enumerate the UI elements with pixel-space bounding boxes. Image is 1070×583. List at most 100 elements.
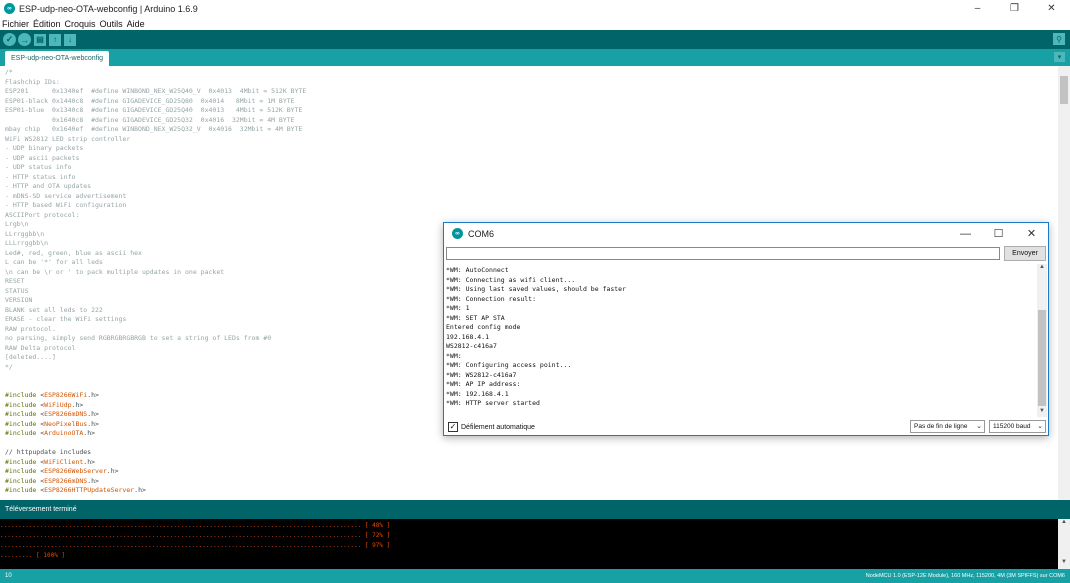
- autoscroll-checkbox[interactable]: ✓: [448, 422, 458, 432]
- code-token: .h>: [87, 476, 99, 485]
- code-line: #include <WiFiClient.h>: [5, 458, 1058, 468]
- menu-aide[interactable]: Aide: [127, 19, 145, 29]
- code-line: - mDNS-SD service advertisement: [5, 192, 1058, 202]
- serial-output-line: *WM: HTTP server started: [446, 399, 540, 407]
- code-token: .h>: [71, 400, 84, 409]
- window-title: ESP-udp-neo-OTA-webconfig | Arduino 1.6.…: [19, 3, 198, 14]
- maximize-button[interactable]: ❐: [996, 0, 1033, 17]
- serial-scroll-down-icon[interactable]: ▼: [1037, 408, 1047, 417]
- console-scroll-down-icon[interactable]: ▼: [1058, 559, 1070, 569]
- close-button[interactable]: ✕: [1033, 0, 1070, 17]
- open-sketch-button[interactable]: ↑: [49, 33, 61, 46]
- serial-output-line: *WM: SET AP STA: [446, 313, 505, 322]
- serial-scroll-up-icon[interactable]: ▲: [1037, 264, 1047, 273]
- code-line: WiFi WS2812 LED strip controller: [5, 135, 1058, 145]
- serial-monitor-button[interactable]: ⚲: [1053, 33, 1065, 45]
- code-line: - HTTP status info: [5, 173, 1058, 183]
- code-token: WiFi WS2812 LED strip controller: [5, 134, 131, 143]
- code-line: - UDP ascii packets: [5, 154, 1058, 164]
- code-token: - UDP ascii packets: [5, 153, 80, 162]
- tab-bar: ESP-udp-neo-OTA-webconfig ▾: [0, 49, 1070, 66]
- line-ending-value: Pas de fin de ligne: [914, 423, 968, 430]
- console-scrollbar[interactable]: ▲ ▼: [1058, 519, 1070, 569]
- baud-rate-value: 115200 baud: [993, 423, 1031, 430]
- new-sketch-button[interactable]: ▤: [34, 33, 46, 46]
- code-token: \n can be \r or ' to pack multiple updat…: [5, 267, 225, 276]
- console-scroll-up-icon[interactable]: ▲: [1058, 519, 1070, 529]
- console-line: ........................................…: [0, 541, 1058, 551]
- code-token: Led#, red, green, blue as ascii hex: [5, 248, 142, 257]
- editor-scrollbar[interactable]: [1058, 66, 1070, 500]
- serial-output-line: *WM: AutoConnect: [446, 266, 509, 274]
- code-token: .h>: [87, 419, 99, 428]
- code-token: RAW Delta protocol: [5, 343, 76, 352]
- code-token: // httpupdate includes: [5, 448, 92, 456]
- arduino-logo-icon: ∞: [452, 228, 463, 239]
- chevron-down-icon: ⌄: [976, 423, 982, 430]
- serial-scrollbar-thumb[interactable]: [1038, 310, 1046, 406]
- serial-output-line: *WM: Connecting as wifi client...: [446, 275, 576, 284]
- code-token: #include: [5, 410, 41, 418]
- save-sketch-button[interactable]: ↓: [64, 33, 76, 46]
- code-token: ESP8266HTTPUpdateServer: [44, 486, 135, 494]
- serial-close-button[interactable]: ✕: [1015, 223, 1048, 244]
- tab-sketch[interactable]: ESP-udp-neo-OTA-webconfig: [5, 51, 110, 66]
- line-ending-select[interactable]: Pas de fin de ligne ⌄: [910, 420, 985, 433]
- code-token: #include: [5, 476, 41, 485]
- menu-croquis[interactable]: Croquis: [65, 19, 96, 29]
- serial-minimize-button[interactable]: —: [949, 223, 982, 244]
- code-token: ASCIIPort protocol:: [5, 210, 80, 219]
- menu-fichier[interactable]: Fichier: [2, 19, 29, 29]
- code-line: ESP01-black 0x1440c8 #define GIGADEVICE_…: [5, 97, 1058, 107]
- code-token: - HTTP and OTA updates: [5, 182, 92, 190]
- serial-output-line: *WM: Using last saved values, should be …: [446, 285, 627, 293]
- code-token: - UDP binary packets: [5, 144, 84, 152]
- serial-output-line: *WM: 1: [446, 304, 470, 312]
- serial-scrollbar[interactable]: ▲ ▼: [1037, 264, 1047, 417]
- serial-maximize-button[interactable]: ☐: [982, 223, 1015, 244]
- code-token: .h>: [134, 486, 146, 494]
- code-line: - HTTP based WiFi configuration: [5, 201, 1058, 211]
- verify-button[interactable]: ✓: [3, 33, 16, 46]
- console-percent: [ 72% ]: [364, 532, 391, 539]
- chevron-down-icon: ⌄: [1037, 423, 1043, 430]
- code-line: 0x1640c8 #define GIGADEVICE_GD25Q32 0x40…: [5, 116, 1058, 126]
- serial-bottom-bar: ✓ Défilement automatique Pas de fin de l…: [444, 418, 1048, 436]
- editor-scrollbar-thumb[interactable]: [1060, 76, 1068, 104]
- menu-edition[interactable]: Édition: [33, 19, 61, 29]
- console-dots: ........................................…: [0, 542, 362, 549]
- code-token: ERASE - clear the WiFi settings: [5, 315, 127, 323]
- serial-output-line: 192.168.4.1: [446, 332, 490, 341]
- tab-menu-button[interactable]: ▾: [1054, 52, 1065, 62]
- console-dots: ........................................…: [0, 532, 362, 539]
- menu-outils[interactable]: Outils: [100, 19, 123, 29]
- serial-input-field[interactable]: [446, 247, 1000, 260]
- code-token: #include: [5, 467, 41, 475]
- code-token: #include: [5, 486, 41, 494]
- send-button[interactable]: Envoyer: [1004, 246, 1046, 261]
- console-line: ......... [ 100% ]: [0, 551, 1058, 561]
- code-token: NeoPixelBus: [44, 419, 88, 428]
- serial-output-line: *WM: Connection result:: [446, 294, 537, 303]
- code-token: L can be '*' for all leds: [5, 258, 103, 266]
- code-token: ESP01-black 0x1440c8 #define GIGADEVICE_…: [5, 96, 295, 105]
- code-token: #include: [5, 400, 41, 409]
- code-token: no parsing, simply send RGBRGBRGBRGB to …: [5, 334, 272, 342]
- code-token: - HTTP status info: [5, 172, 76, 181]
- serial-output-line: *WM:: [446, 351, 462, 360]
- baud-rate-select[interactable]: 115200 baud ⌄: [989, 420, 1046, 433]
- menu-bar: Fichier Édition Croquis Outils Aide: [0, 17, 1070, 30]
- code-token: ESP8266WiFi: [44, 391, 88, 399]
- upload-button[interactable]: →: [18, 33, 31, 46]
- console-line: ........................................…: [0, 521, 1058, 531]
- code-token: RAW protocol.: [5, 324, 56, 333]
- arduino-logo-icon: ∞: [4, 3, 15, 14]
- serial-output-line: WS2812-c416a7: [446, 342, 497, 350]
- code-line: #include <ESP8266mDNS.h>: [5, 477, 1058, 487]
- serial-monitor-controls: — ☐ ✕: [949, 223, 1048, 244]
- code-token: WiFiClient: [44, 457, 84, 466]
- minimize-button[interactable]: –: [959, 0, 996, 17]
- console-dots: .........: [0, 552, 33, 559]
- code-token: - UDP status info: [5, 163, 72, 171]
